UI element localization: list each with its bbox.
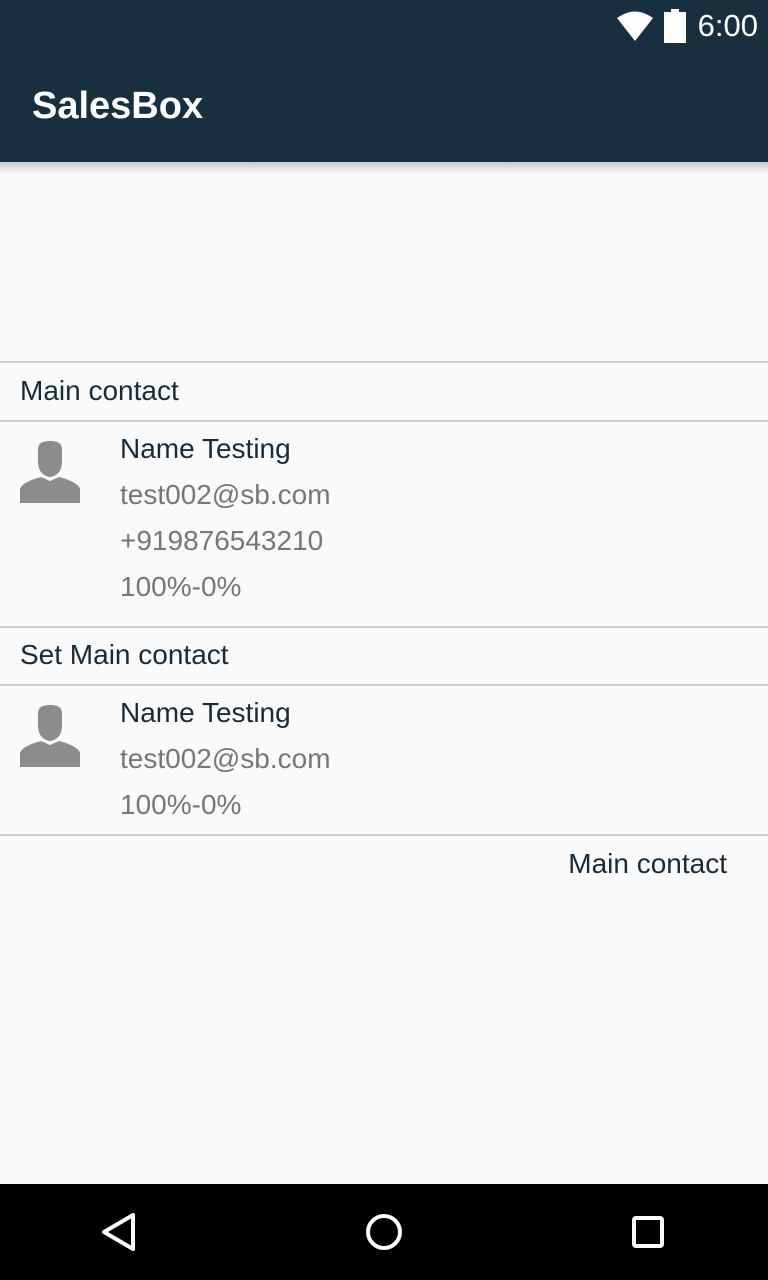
set-main-contact-button[interactable]: Main contact (568, 846, 727, 882)
wifi-icon (616, 11, 653, 41)
contact-email: test002@sb.com (120, 479, 331, 510)
divider (0, 684, 768, 686)
app-bar-shadow (0, 162, 768, 174)
divider (0, 626, 768, 628)
contact-percentage: 100%-0% (120, 789, 242, 820)
person-icon (20, 441, 80, 503)
battery-icon (663, 9, 686, 43)
app-bar: 6:00 SalesBox (0, 0, 768, 162)
contact-percentage: 100%-0% (120, 571, 242, 602)
recents-icon[interactable] (624, 1208, 672, 1256)
divider (0, 420, 768, 422)
home-icon[interactable] (360, 1208, 408, 1256)
app-title: SalesBox (32, 85, 204, 127)
divider (0, 361, 768, 363)
main-contact-section-title: Main contact (20, 375, 179, 406)
contact-phone: +919876543210 (120, 525, 324, 556)
set-main-contact-section-title: Set Main contact (20, 639, 229, 670)
person-icon (20, 705, 80, 767)
contact-name: Name Testing (120, 433, 291, 464)
contact-name: Name Testing (120, 697, 291, 728)
status-clock: 6:00 (697, 8, 758, 43)
divider (0, 834, 768, 836)
contact-email: test002@sb.com (120, 743, 331, 774)
status-bar: 6:00 (616, 8, 758, 44)
navigation-bar (0, 1184, 768, 1280)
back-icon[interactable] (96, 1208, 144, 1256)
